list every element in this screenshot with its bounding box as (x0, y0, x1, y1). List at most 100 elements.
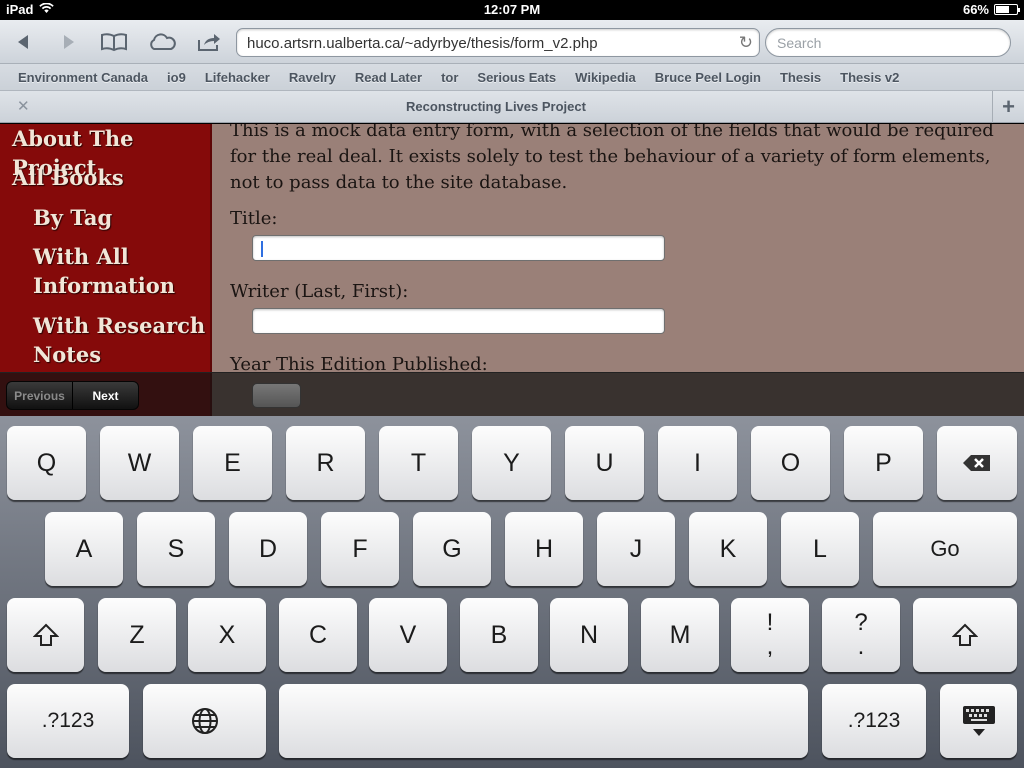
intro-paragraph: This is a mock data entry form, with a s… (230, 124, 1000, 196)
backspace-icon (963, 455, 990, 471)
key-p[interactable]: P (844, 426, 923, 500)
key-l[interactable]: L (781, 512, 859, 586)
shift-key-left[interactable] (7, 598, 84, 672)
prev-next-control: Previous Next (6, 381, 139, 410)
shift-key-right[interactable] (913, 598, 1017, 672)
intro-line: This is a mock data entry form, with a s… (230, 124, 994, 141)
share-button[interactable] (193, 28, 225, 56)
key-a[interactable]: A (45, 512, 123, 586)
key-i[interactable]: I (658, 426, 737, 500)
battery-percent: 66% (962, 2, 989, 17)
reload-icon[interactable]: ↻ (739, 33, 753, 53)
sidebar-item-all-books[interactable]: All Books (12, 163, 124, 192)
globe-key[interactable] (143, 684, 266, 758)
key-o[interactable]: O (751, 426, 830, 500)
key-exclaim-comma[interactable]: ! , (731, 598, 809, 672)
key-x[interactable]: X (188, 598, 266, 672)
key-z[interactable]: Z (98, 598, 176, 672)
bookmark-item[interactable]: Serious Eats (477, 70, 556, 85)
sidebar-item-label: With Research (33, 313, 206, 338)
go-key[interactable]: Go (873, 512, 1017, 586)
key-w[interactable]: W (100, 426, 179, 500)
battery-icon (994, 4, 1020, 15)
forward-arrow-icon (64, 35, 74, 49)
writer-label: Writer (Last, First): (230, 281, 409, 302)
search-placeholder: Search (777, 35, 822, 51)
key-b[interactable]: B (460, 598, 538, 672)
key-m[interactable]: M (641, 598, 719, 672)
writer-input[interactable] (252, 308, 665, 334)
key-g[interactable]: G (413, 512, 491, 586)
bookmarks-button[interactable] (98, 28, 130, 56)
delete-key[interactable] (937, 426, 1017, 500)
bookmark-item[interactable]: Lifehacker (205, 70, 270, 85)
next-button[interactable]: Next (73, 382, 138, 409)
previous-button[interactable]: Previous (7, 382, 73, 409)
url-text: huco.artsrn.ualberta.ca/~adyrbye/thesis/… (247, 35, 598, 52)
bookmark-item[interactable]: Environment Canada (18, 70, 148, 85)
back-button[interactable] (8, 28, 38, 56)
sidebar-item-label: With All (33, 244, 129, 269)
key-d[interactable]: D (229, 512, 307, 586)
search-field[interactable]: Search (765, 28, 1011, 57)
numbers-key-right[interactable]: .?123 (822, 684, 926, 758)
key-v[interactable]: V (369, 598, 447, 672)
sidebar-item-with-research-notes[interactable]: With Research Notes (33, 311, 205, 369)
key-bottom-char: , (766, 633, 774, 660)
key-e[interactable]: E (193, 426, 272, 500)
key-top-char: ! (766, 609, 774, 636)
key-k[interactable]: K (689, 512, 767, 586)
bookmark-item[interactable]: Thesis v2 (840, 70, 899, 85)
bookmark-item[interactable]: Read Later (355, 70, 422, 85)
bookmark-item[interactable]: Thesis (780, 70, 821, 85)
key-bottom-char: . (857, 633, 865, 660)
bookmark-item[interactable]: tor (441, 70, 458, 85)
bookmark-item[interactable]: Wikipedia (575, 70, 636, 85)
bookmark-item[interactable]: Bruce Peel Login (655, 70, 761, 85)
key-h[interactable]: H (505, 512, 583, 586)
key-n[interactable]: N (550, 598, 628, 672)
numbers-key-left[interactable]: .?123 (7, 684, 129, 758)
status-bar: iPad 12:07 PM 66% (0, 0, 1024, 20)
cloud-icon (150, 33, 176, 50)
key-y[interactable]: Y (472, 426, 551, 500)
hide-keyboard-icon (962, 706, 995, 736)
key-u[interactable]: U (565, 426, 644, 500)
title-input[interactable] (252, 235, 665, 261)
new-tab-button[interactable]: + (992, 91, 1024, 123)
hide-keyboard-key[interactable] (940, 684, 1017, 758)
autofill-button[interactable] (252, 383, 301, 408)
space-key[interactable] (279, 684, 808, 758)
bookmark-item[interactable]: Ravelry (289, 70, 336, 85)
icloud-tabs-button[interactable] (145, 28, 179, 56)
bookmark-item[interactable]: io9 (167, 70, 186, 85)
key-s[interactable]: S (137, 512, 215, 586)
sidebar-item-by-tag[interactable]: By Tag (33, 203, 112, 232)
key-r[interactable]: R (286, 426, 365, 500)
intro-line: not to pass data to the site database. (230, 172, 568, 193)
key-question-period[interactable]: ? . (822, 598, 900, 672)
address-bar[interactable]: huco.artsrn.ualberta.ca/~adyrbye/thesis/… (236, 28, 760, 57)
shift-icon (32, 623, 59, 646)
browser-toolbar: huco.artsrn.ualberta.ca/~adyrbye/thesis/… (0, 20, 1024, 64)
key-j[interactable]: J (597, 512, 675, 586)
bookmarks-bar: Environment Canada io9 Lifehacker Ravelr… (0, 64, 1024, 91)
clock: 12:07 PM (483, 2, 541, 17)
text-caret (261, 241, 263, 257)
share-icon (198, 34, 220, 51)
key-q[interactable]: Q (7, 426, 86, 500)
tab-bar: ✕ Reconstructing Lives Project + (0, 91, 1024, 123)
sidebar-item-label: Information (33, 273, 175, 298)
sidebar-item-label: Notes (33, 342, 102, 367)
back-arrow-icon (18, 35, 28, 49)
key-c[interactable]: C (279, 598, 357, 672)
tab-title: Reconstructing Lives Project (406, 99, 586, 114)
book-icon (101, 33, 127, 52)
sidebar-item-with-all-information[interactable]: With All Information (33, 242, 175, 300)
globe-icon (191, 708, 218, 734)
tab-current[interactable]: ✕ Reconstructing Lives Project (0, 91, 992, 123)
form-assistant-bar: Previous Next (0, 372, 1024, 416)
forward-button[interactable] (54, 28, 84, 56)
key-f[interactable]: F (321, 512, 399, 586)
key-t[interactable]: T (379, 426, 458, 500)
